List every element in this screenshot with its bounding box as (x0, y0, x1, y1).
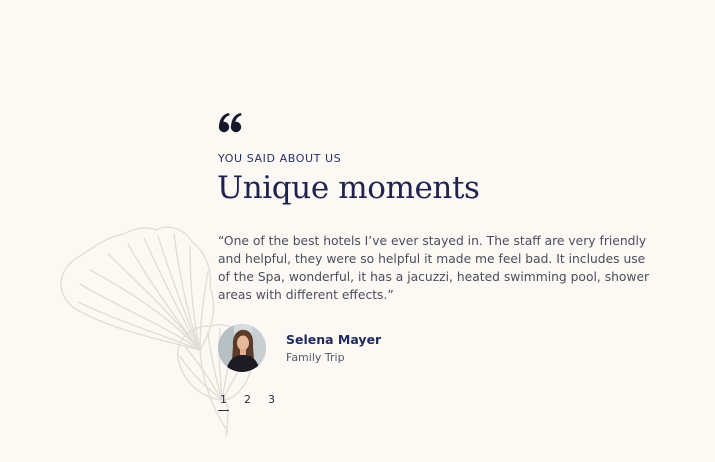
page-1-button[interactable]: 1 (218, 393, 229, 411)
section-heading: Unique moments (217, 170, 480, 206)
section-eyebrow: YOU SAID ABOUT US (218, 152, 342, 165)
quote-icon (218, 113, 242, 133)
avatar (218, 324, 266, 372)
testimonial-pagination: 1 2 3 (218, 393, 277, 411)
page-2-button[interactable]: 2 (242, 393, 253, 411)
author-role: Family Trip (286, 351, 345, 364)
page-3-button[interactable]: 3 (266, 393, 277, 411)
author-name: Selena Mayer (286, 332, 382, 347)
testimonial-quote: “One of the best hotels I’ve ever stayed… (218, 234, 650, 302)
